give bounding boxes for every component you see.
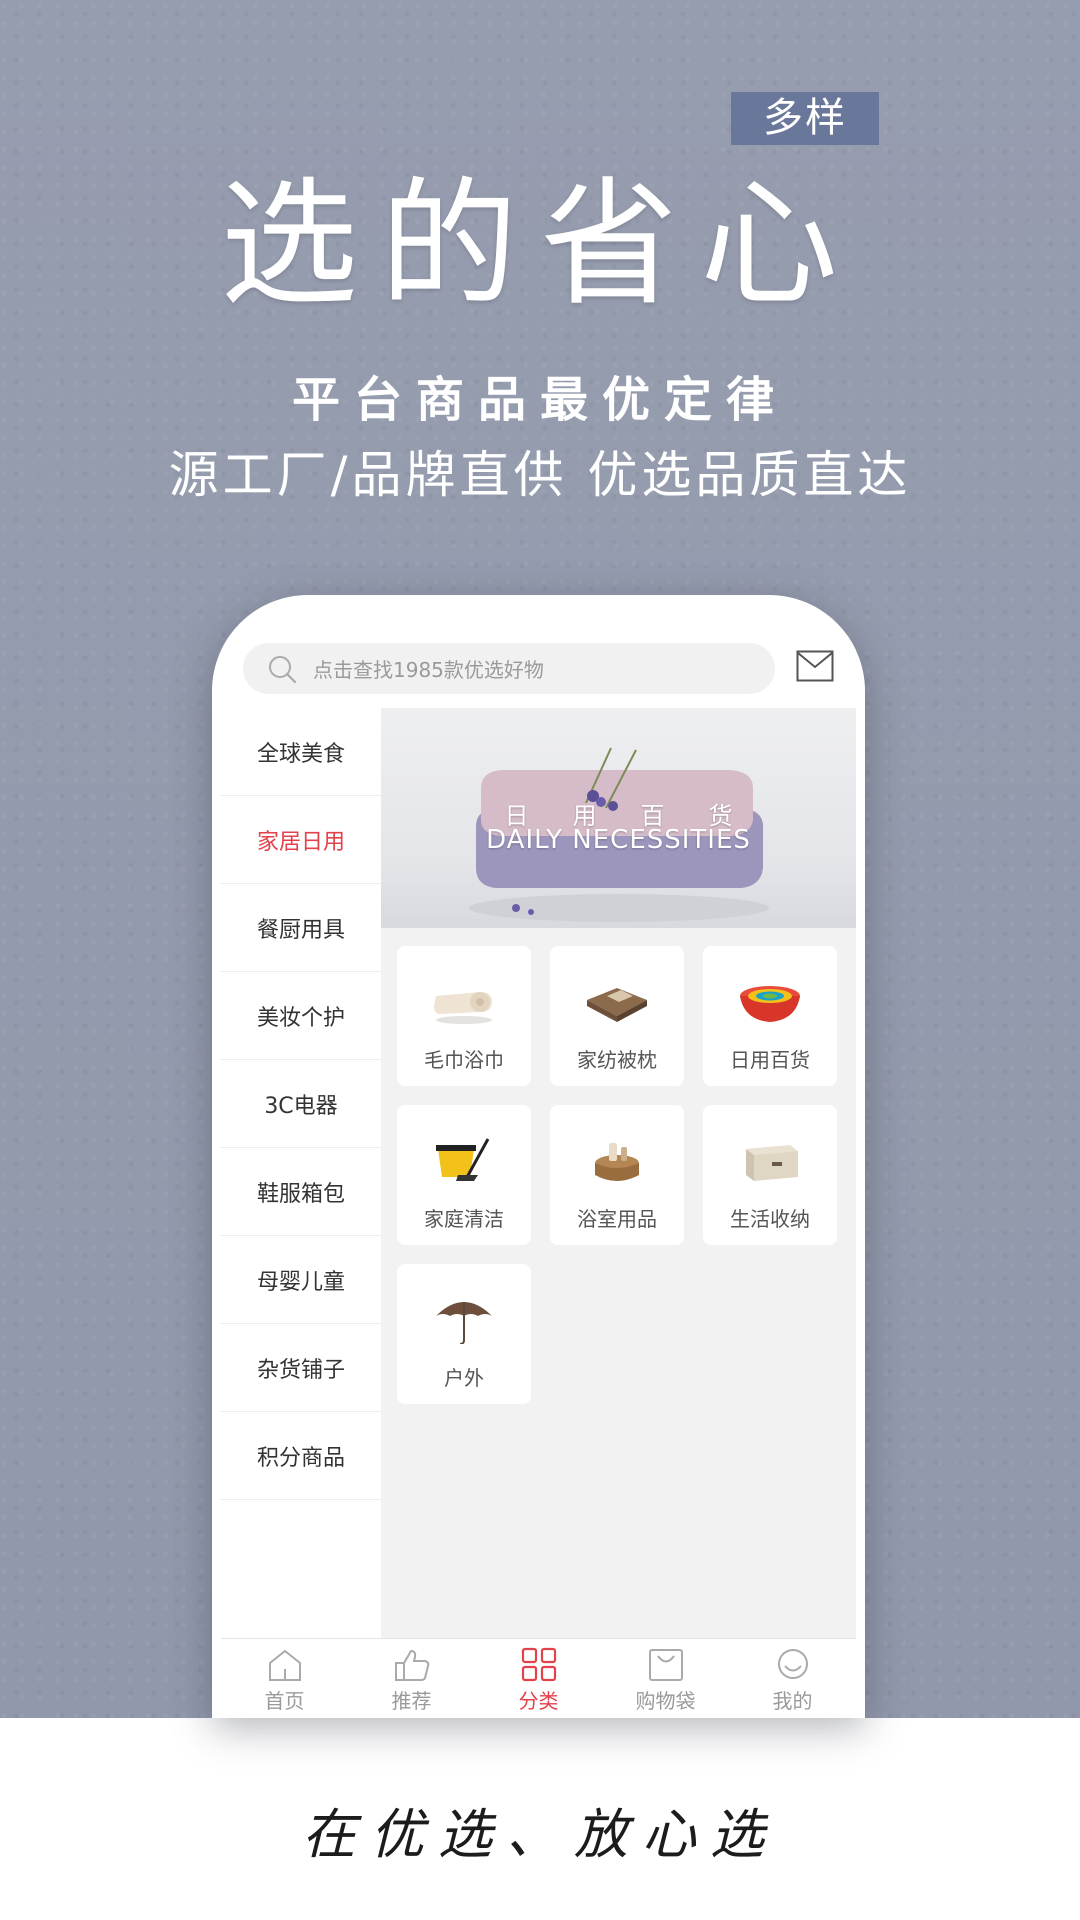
sidebar-item-baby-kids[interactable]: 母婴儿童 <box>221 1236 381 1324</box>
tab-recommend[interactable]: 推荐 <box>348 1639 475 1718</box>
sidebar-item-label: 美妆个护 <box>256 1005 345 1031</box>
subcategory-label: 毛巾浴巾 <box>424 1048 504 1072</box>
tab-label: 首页 <box>264 1689 305 1713</box>
towel-icon <box>434 992 492 1024</box>
sidebar-item-label: 鞋服箱包 <box>256 1181 345 1207</box>
sidebar-item-label: 3C电器 <box>264 1093 338 1119</box>
subcategory-label: 家庭清洁 <box>424 1207 504 1231</box>
umbrella-icon <box>436 1302 492 1344</box>
category-sidebar: 全球美食 家居日用 餐厨用具 美妆个护 3C电器 鞋服箱包 母婴儿童 杂货铺子 … <box>221 708 381 1638</box>
headline: 选的省心 <box>219 164 860 325</box>
bowls-icon <box>740 986 800 1022</box>
sidebar-item-beauty[interactable]: 美妆个护 <box>221 972 381 1060</box>
subtitle: 源工厂/品牌直供 优选品质直达 <box>168 446 912 504</box>
subtitle-bold: 平台商品最优定律 <box>291 372 788 428</box>
subcategory-towels[interactable]: 毛巾浴巾 <box>397 946 531 1086</box>
search-icon <box>269 655 297 683</box>
category-banner[interactable]: 日用百货 DAILY NECESSITIES <box>381 708 856 928</box>
search-placeholder: 点击查找1985款优选好物 <box>313 658 544 682</box>
subcategory-label: 户外 <box>444 1366 484 1390</box>
tab-label: 我的 <box>772 1689 813 1713</box>
sidebar-item-label: 积分商品 <box>256 1445 345 1471</box>
mail-icon[interactable] <box>796 650 834 682</box>
tab-category[interactable]: 分类 <box>475 1639 602 1718</box>
tab-label: 推荐 <box>391 1689 432 1713</box>
tag-badge: 多样 <box>731 92 879 145</box>
sidebar-item-grocery[interactable]: 杂货铺子 <box>221 1324 381 1412</box>
subcategory-daily-goods[interactable]: 日用百货 <box>703 946 837 1086</box>
subcategory-bathroom[interactable]: 浴室用品 <box>550 1105 684 1245</box>
subcategory-label: 日用百货 <box>730 1048 810 1072</box>
sidebar-item-kitchenware[interactable]: 餐厨用具 <box>221 884 381 972</box>
profile-icon <box>777 1649 808 1679</box>
tab-profile[interactable]: 我的 <box>729 1639 856 1718</box>
bath-set-icon <box>595 1143 639 1181</box>
subcategory-storage[interactable]: 生活收纳 <box>703 1105 837 1245</box>
tab-label: 购物袋 <box>635 1689 696 1713</box>
sidebar-item-global-food[interactable]: 全球美食 <box>221 708 381 796</box>
subcategory-cleaning[interactable]: 家庭清洁 <box>397 1105 531 1245</box>
subcategory-bedding[interactable]: 家纺被枕 <box>550 946 684 1086</box>
sidebar-item-label: 家居日用 <box>256 829 345 855</box>
app-screen: 点击查找1985款优选好物 全球美食 家居日用 餐厨用具 美妆个护 3C电器 鞋… <box>221 623 856 1718</box>
sidebar-item-label: 母婴儿童 <box>256 1269 345 1295</box>
sidebar-item-label: 全球美食 <box>256 741 345 767</box>
mop-bucket-icon <box>436 1138 490 1181</box>
slogan: 在优选、放心选 <box>302 1803 778 1866</box>
bottom-tab-bar: 首页 推荐 分类 购物袋 我的 <box>221 1638 856 1718</box>
sidebar-item-home-daily[interactable]: 家居日用 <box>221 796 381 884</box>
category-grid-icon <box>521 1647 556 1682</box>
category-content: 日用百货 DAILY NECESSITIES 毛巾浴巾 家纺被枕 日用百货 家庭… <box>381 708 856 1638</box>
search-bar[interactable]: 点击查找1985款优选好物 <box>243 643 775 694</box>
bedding-icon <box>587 988 647 1022</box>
tab-label: 分类 <box>518 1689 559 1713</box>
phone-mockup: 点击查找1985款优选好物 全球美食 家居日用 餐厨用具 美妆个护 3C电器 鞋… <box>212 595 865 1718</box>
sidebar-item-label: 杂货铺子 <box>256 1357 345 1383</box>
sidebar-item-label: 餐厨用具 <box>256 917 345 943</box>
sidebar-item-shoes-bags[interactable]: 鞋服箱包 <box>221 1148 381 1236</box>
tab-shopping-bag[interactable]: 购物袋 <box>602 1639 729 1718</box>
sidebar-item-points[interactable]: 积分商品 <box>221 1412 381 1500</box>
sidebar-item-electronics[interactable]: 3C电器 <box>221 1060 381 1148</box>
banner-title-en: DAILY NECESSITIES <box>486 825 751 855</box>
home-icon <box>268 1649 301 1681</box>
subcategory-label: 家纺被枕 <box>577 1048 657 1072</box>
subcategory-label: 生活收纳 <box>730 1207 810 1231</box>
shopping-bag-icon <box>648 1649 683 1681</box>
storage-box-icon <box>746 1145 798 1181</box>
subcategory-outdoor[interactable]: 户外 <box>397 1264 531 1404</box>
subcategory-label: 浴室用品 <box>577 1207 657 1231</box>
tab-home[interactable]: 首页 <box>221 1639 348 1718</box>
thumbs-up-icon <box>394 1649 429 1681</box>
